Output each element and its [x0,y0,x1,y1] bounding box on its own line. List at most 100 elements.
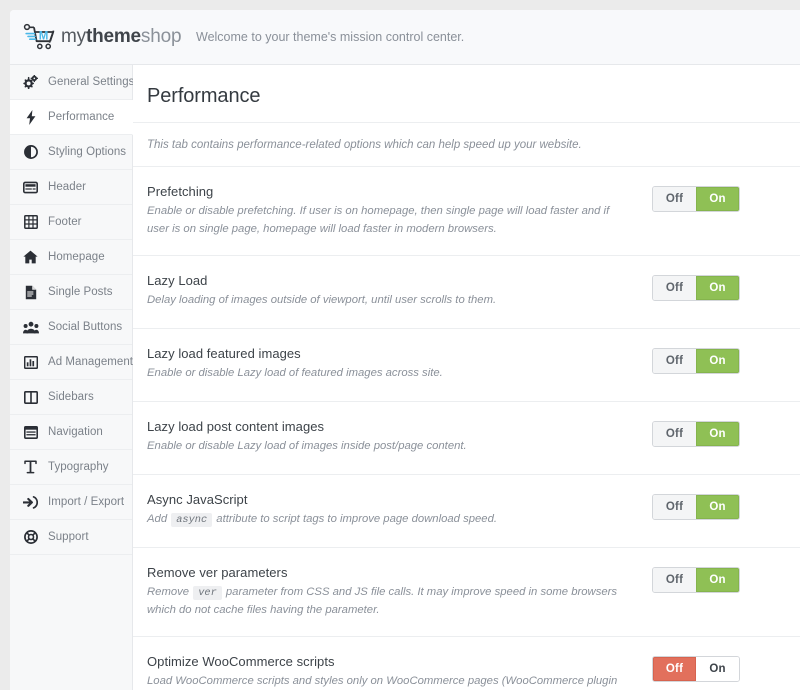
bolt-icon [22,109,39,125]
toggle-option-off[interactable]: Off [653,187,696,211]
svg-text:M: M [39,31,49,43]
sidebar-item-general-settings[interactable]: General Settings [10,65,135,100]
toggle-option-on[interactable]: On [696,349,739,373]
option-name: Async JavaScript [147,492,248,507]
toggle-switch[interactable]: Off On [652,348,740,374]
option-info: Optimize WooCommerce scripts Load WooComm… [147,654,652,690]
option-description: Enable or disable prefetching. If user i… [147,203,634,238]
option-code-badge: async [171,513,213,527]
option-row: Prefetching Enable or disable prefetching… [133,167,800,256]
toggle-option-on[interactable]: On [696,495,739,519]
sidebar-item-typography[interactable]: Typography [10,450,132,485]
option-description-lead: Enable or disable prefetching. If user i… [147,205,610,235]
option-description-lead: Enable or disable Lazy load of featured … [147,367,443,379]
sidebar-item-label: Import / Export [48,496,125,508]
sidebar-item-footer[interactable]: Footer [10,205,132,240]
page-title: Performance [147,85,261,107]
toggle-switch[interactable]: Off On [652,494,740,520]
option-info: Prefetching Enable or disable prefetching… [147,184,652,238]
option-description-lead: Add [147,513,171,525]
sidebar-item-support[interactable]: Support [10,520,132,555]
sidebar-item-sidebars[interactable]: Sidebars [10,380,132,415]
toggle-switch[interactable]: Off On [652,656,740,683]
sidebar-item-label: Social Buttons [48,321,123,333]
masthead: M mythemeshop Welcome to your theme's mi… [10,10,800,65]
toggle-option-off[interactable]: Off [653,422,696,446]
brand-name: mythemeshop [61,26,182,48]
sidebar-item-homepage[interactable]: Homepage [10,240,132,275]
sidebar-item-label: Header [48,181,87,193]
brand-name-part-theme: theme [85,26,141,47]
sidebar-item-performance[interactable]: Performance [10,100,133,135]
toggle-switch[interactable]: Off On [652,567,740,593]
life-ring-icon [22,530,39,545]
toggle-option-on[interactable]: On [696,657,739,682]
grid-table-icon [22,215,39,230]
main-content: Performance This tab contains performanc… [133,65,800,690]
sidebar-item-ad-management[interactable]: Ad Management [10,345,134,380]
option-info: Async JavaScript Add async attribute to s… [147,492,652,529]
sidebar-item-import-export[interactable]: Import / Export [10,485,132,520]
option-info: Lazy load featured images Enable or disab… [147,346,652,383]
toggle-switch[interactable]: Off On [652,275,740,301]
option-description: Delay loading of images outside of viewp… [147,292,634,310]
option-info: Remove ver parameters Remove ver paramete… [147,565,652,619]
option-name: Lazy load featured images [147,346,301,361]
option-row: Lazy Load Delay loading of images outside… [133,256,800,329]
option-description-lead: Enable or disable Lazy load of images in… [147,440,467,452]
columns-icon [22,390,39,405]
toggle-option-on[interactable]: On [696,187,739,211]
sidebar-item-label: Ad Management [48,356,134,368]
sidebar-item-label: Single Posts [48,286,113,298]
option-name: Remove ver parameters [147,565,288,580]
toggle-option-on[interactable]: On [696,568,739,592]
sidebar-item-styling-options[interactable]: Styling Options [10,135,132,170]
users-group-icon [22,320,39,335]
sidebar-item-label: Performance [48,111,115,123]
sidebar-item-label: General Settings [48,76,135,88]
toggle-option-off[interactable]: Off [653,495,696,519]
option-code-badge: ver [193,586,222,600]
sidebar-item-navigation[interactable]: Navigation [10,415,132,450]
sidebar-nav: General Settings Performance Styling Optio… [10,65,135,690]
toggle-option-on[interactable]: On [696,276,739,300]
sidebar-item-social-buttons[interactable]: Social Buttons [10,310,132,345]
sidebar-item-label: Styling Options [48,146,127,158]
sign-in-arrow-icon [22,495,39,510]
toggle-switch[interactable]: Off On [652,186,740,212]
option-description-tail: attribute to script tags to improve page… [213,513,498,525]
option-row: Lazy load post content images Enable or d… [133,402,800,475]
toggle-option-off[interactable]: Off [653,276,696,300]
option-description: Enable or disable Lazy load of featured … [147,365,634,383]
toggle-option-off[interactable]: Off [653,568,696,592]
home-icon [22,250,39,265]
option-description: Remove ver parameter from CSS and JS fil… [147,584,634,619]
window-panel-icon [22,425,39,440]
toggle-option-off[interactable]: Off [653,349,696,373]
option-name: Lazy Load [147,273,208,288]
sidebar-item-label: Sidebars [48,391,94,403]
option-description-lead: Load WooCommerce scripts and styles only… [147,675,618,688]
sidebar-item-label: Support [48,531,89,543]
gears-icon [22,75,39,90]
brand-name-part-my: my [61,26,86,47]
option-name: Optimize WooCommerce scripts [147,654,335,670]
toggle-switch[interactable]: Off On [652,421,740,447]
options-list: Prefetching Enable or disable prefetching… [133,167,800,690]
sidebar-item-header[interactable]: Header [10,170,132,205]
sidebar-item-label: Homepage [48,251,105,263]
option-info: Lazy load post content images Enable or d… [147,419,652,456]
body-split: General Settings Performance Styling Optio… [10,65,800,690]
toggle-option-on[interactable]: On [696,422,739,446]
app-panel: M mythemeshop Welcome to your theme's mi… [10,10,800,690]
option-row: Async JavaScript Add async attribute to s… [133,475,800,548]
toggle-option-off[interactable]: Off [653,657,696,682]
option-row: Remove ver parameters Remove ver paramete… [133,548,800,638]
option-name: Prefetching [147,184,214,199]
shopping-cart-logo-icon: M [22,23,58,51]
sidebar-item-single-posts[interactable]: Single Posts [10,275,132,310]
option-row: Lazy load featured images Enable or disab… [133,329,800,402]
contrast-circle-icon [22,145,39,160]
option-row: Optimize WooCommerce scripts Load WooComm… [133,637,800,690]
brand-logo[interactable]: M mythemeshop [22,23,182,51]
